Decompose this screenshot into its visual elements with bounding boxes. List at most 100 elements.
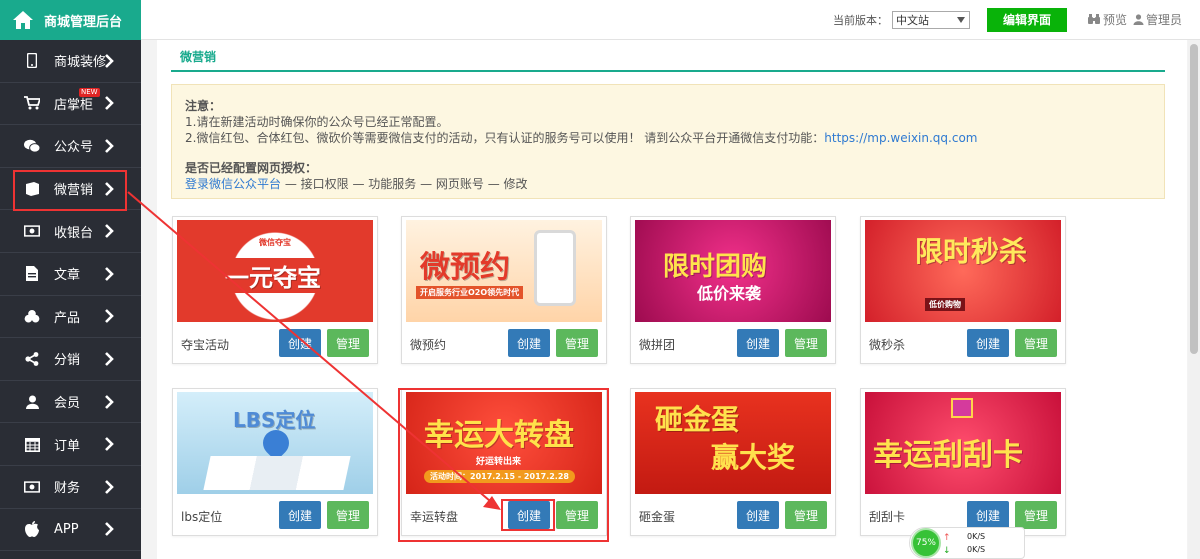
sidebar-item-document[interactable]: 文章 bbox=[0, 253, 141, 296]
banner-subtitle: 低价购物 bbox=[925, 298, 965, 311]
manage-button[interactable]: 管理 bbox=[327, 501, 369, 529]
banner-subtitle: 赢大奖 bbox=[711, 441, 796, 474]
activity-name: 夺宝活动 bbox=[181, 338, 230, 352]
chevron-right-icon bbox=[104, 352, 118, 366]
brand-bar[interactable]: 商城管理后台 bbox=[0, 0, 141, 40]
activity-card: LBS定位 lbs定位 创建 管理 bbox=[172, 388, 378, 536]
user-icon bbox=[1133, 14, 1144, 25]
app-root: 商城管理后台 商城装修 店掌柜 NEW 公众号 微营销 收银台 文章 产品 分销 会员 订单 财务 AP… bbox=[0, 0, 1200, 559]
sidebar-item-mobile[interactable]: 商城装修 bbox=[0, 40, 141, 83]
scrollbar-thumb[interactable] bbox=[1190, 44, 1198, 354]
chevron-right-icon bbox=[104, 394, 118, 409]
activity-name: lbs定位 bbox=[181, 510, 223, 524]
sidebar: 商城管理后台 商城装修 店掌柜 NEW 公众号 微营销 收银台 文章 产品 分销 会员 订单 财务 AP… bbox=[0, 0, 141, 559]
cart-icon bbox=[24, 95, 40, 111]
calendar-icon bbox=[24, 436, 40, 452]
sidebar-item-apple[interactable]: APP bbox=[0, 509, 141, 552]
manage-button[interactable]: 管理 bbox=[785, 329, 827, 357]
login-wechat-link[interactable]: 登录微信公众平台 bbox=[185, 177, 281, 191]
create-button[interactable]: 创建 bbox=[737, 501, 779, 529]
sidebar-item-cubes[interactable]: 产品 bbox=[0, 296, 141, 339]
sidebar-item-label: APP bbox=[54, 521, 79, 537]
sidebar-item-calendar[interactable]: 订单 bbox=[0, 423, 141, 466]
sidebar-item-label: 店掌柜 bbox=[54, 97, 94, 113]
sidebar-item-cash[interactable]: 收银台 bbox=[0, 210, 141, 253]
speed-arrows: ↑ ↓ bbox=[943, 533, 951, 556]
version-label: 当前版本： bbox=[832, 13, 888, 27]
create-button[interactable]: 创建 bbox=[967, 329, 1009, 357]
document-icon bbox=[24, 266, 40, 282]
activity-name: 幸运转盘 bbox=[410, 510, 459, 524]
activity-banner-image: 幸运大转盘 好运转出来 活动时间：2017.2.15 - 2017.2.28 bbox=[406, 392, 602, 494]
banner-subtitle: 微信夺宝 bbox=[259, 238, 291, 247]
activity-banner-image: 限时团购低价来袭 bbox=[635, 220, 831, 322]
phone-illustration bbox=[534, 230, 576, 306]
gift-box-icon bbox=[951, 398, 973, 418]
banner-title: 幸运大转盘 bbox=[424, 418, 574, 453]
banner-subtitle: 开启服务行业O2O领先时代 bbox=[416, 286, 524, 299]
manage-button[interactable]: 管理 bbox=[785, 501, 827, 529]
top-bar: 当前版本： 中文站 编辑界面 预览 管理员 bbox=[141, 0, 1200, 40]
sidebar-item-share[interactable]: 分销 bbox=[0, 338, 141, 381]
sidebar-item-label: 分销 bbox=[54, 353, 81, 369]
notice-line-2: 2.微信红包、合体红包、微砍价等需要微信支付的活动，只有认证的服务号可以使用！ … bbox=[185, 131, 978, 145]
manage-button[interactable]: 管理 bbox=[1015, 329, 1057, 357]
create-button[interactable]: 创建 bbox=[508, 329, 550, 357]
activity-banner-image: 微预约 开启服务行业O2O领先时代 bbox=[406, 220, 602, 322]
sidebar-item-cart[interactable]: 店掌柜 NEW bbox=[0, 83, 141, 126]
sidebar-item-label: 订单 bbox=[54, 438, 81, 454]
manage-button[interactable]: 管理 bbox=[327, 329, 369, 357]
network-speed-widget: 75% ↑ ↓ 0K/S 0K/S bbox=[909, 527, 1025, 559]
chevron-right-icon bbox=[104, 309, 118, 324]
activity-name: 微拼团 bbox=[639, 338, 676, 352]
create-button[interactable]: 创建 bbox=[279, 501, 321, 529]
home-icon bbox=[12, 10, 34, 30]
activity-card: 幸运大转盘 好运转出来 活动时间：2017.2.15 - 2017.2.28 幸运转盘… bbox=[401, 388, 607, 536]
book-icon bbox=[24, 181, 40, 197]
chevron-right-icon bbox=[104, 181, 118, 196]
create-button[interactable]: 创建 bbox=[967, 501, 1009, 529]
tab-marketing[interactable]: 微营销 bbox=[180, 48, 216, 65]
weixin-mp-link[interactable]: https://mp.weixin.qq.com bbox=[824, 131, 977, 145]
sidebar-item-wechat[interactable]: 公众号 bbox=[0, 125, 141, 168]
chevron-right-icon bbox=[104, 437, 118, 452]
create-button[interactable]: 创建 bbox=[737, 329, 779, 357]
brand-title: 商城管理后台 bbox=[44, 14, 123, 30]
sidebar-item-label: 微营销 bbox=[54, 183, 94, 199]
banner-title: 限时团购 bbox=[663, 252, 768, 282]
create-button[interactable]: 创建 bbox=[279, 329, 321, 357]
sidebar-item-label: 收银台 bbox=[54, 225, 94, 241]
notice-box: 注意： 1.请在新建活动时确保你的公众号已经正常配置。 2.微信红包、合体红包、… bbox=[171, 84, 1165, 199]
chevron-right-icon bbox=[104, 522, 118, 537]
money-icon bbox=[24, 479, 40, 495]
admin-link[interactable]: 管理员 bbox=[1133, 11, 1182, 28]
activity-name: 砸金蛋 bbox=[639, 510, 676, 524]
activity-name: 刮刮卡 bbox=[869, 510, 906, 524]
activity-card: 一元夺宝 微信夺宝夺宝活动 创建 管理 bbox=[172, 216, 378, 364]
new-badge: NEW bbox=[79, 87, 100, 97]
edit-interface-button[interactable]: 编辑界面 bbox=[986, 7, 1067, 32]
sidebar-item-money[interactable]: 财务 bbox=[0, 466, 141, 509]
preview-link[interactable]: 预览 bbox=[1087, 11, 1127, 28]
activity-card: 限时秒杀 低价购物 微秒杀 创建 管理 bbox=[860, 216, 1066, 364]
create-button[interactable]: 创建 bbox=[508, 501, 550, 529]
chevron-right-icon bbox=[104, 479, 118, 494]
notice-line-1: 1.请在新建活动时确保你的公众号已经正常配置。 bbox=[185, 115, 449, 129]
share-icon bbox=[24, 351, 40, 367]
chevron-right-icon bbox=[104, 224, 118, 239]
upload-speed: 0K/S bbox=[967, 532, 986, 541]
activity-card: 限时团购低价来袭微拼团 创建 管理 bbox=[630, 216, 836, 364]
manage-button[interactable]: 管理 bbox=[556, 501, 598, 529]
sidebar-item-label: 产品 bbox=[54, 310, 81, 326]
version-select[interactable]: 中文站 bbox=[891, 10, 970, 29]
banner-title: 砸金蛋 bbox=[655, 403, 740, 436]
sidebar-item-book[interactable]: 微营销 bbox=[0, 167, 141, 211]
banner-subtitle: 低价来袭 bbox=[697, 284, 762, 303]
banner-title: 一元夺宝 bbox=[219, 258, 327, 293]
activity-banner-image: 幸运刮刮卡 bbox=[865, 392, 1061, 494]
mobile-icon bbox=[24, 53, 40, 69]
manage-button[interactable]: 管理 bbox=[556, 329, 598, 357]
manage-button[interactable]: 管理 bbox=[1015, 501, 1057, 529]
activity-banner-image: 砸金蛋赢大奖 bbox=[635, 392, 831, 494]
sidebar-item-user[interactable]: 会员 bbox=[0, 381, 141, 424]
